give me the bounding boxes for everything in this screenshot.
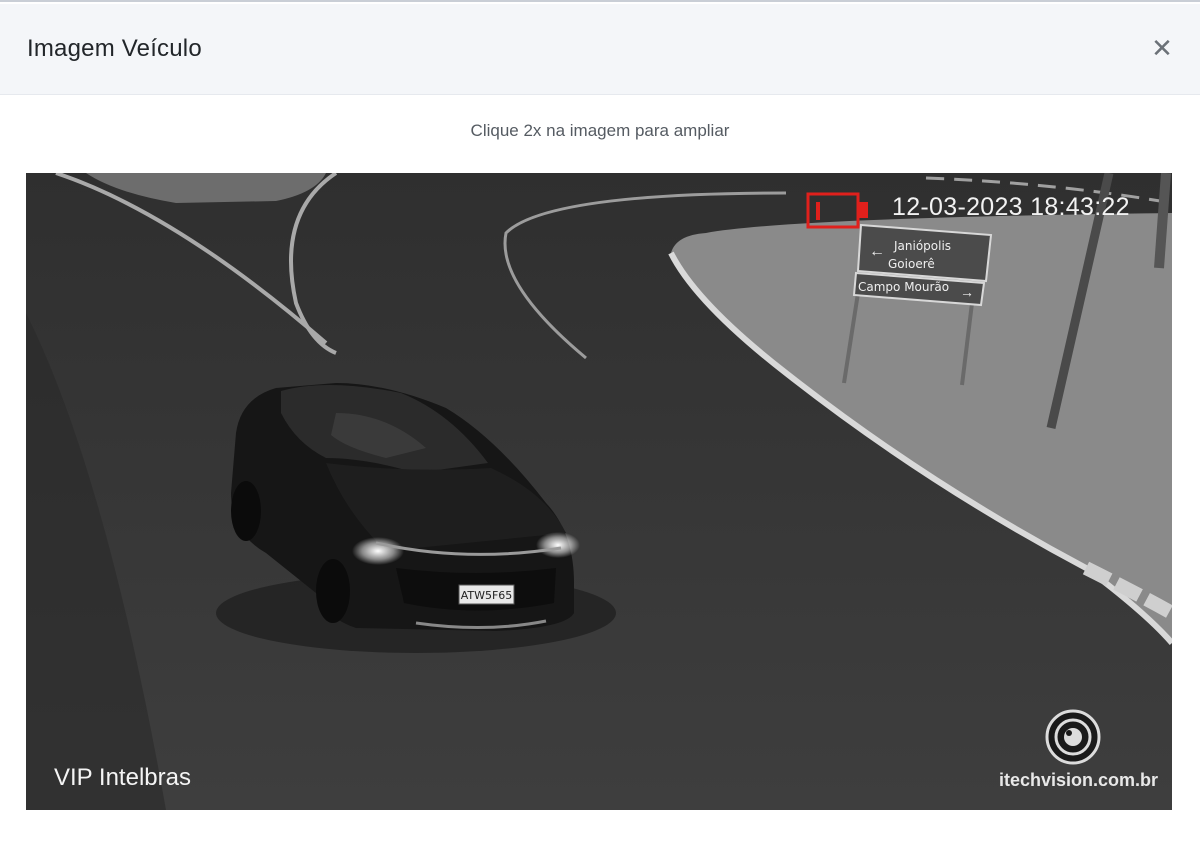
capture-timestamp: 12-03-2023 18:43:22	[892, 193, 1130, 221]
license-plate: ATW5F65	[461, 589, 513, 602]
sign-arrow-left-icon: ←	[869, 243, 885, 260]
itechvision-logo-icon	[1045, 709, 1101, 765]
sign-line1: Janiópolis	[893, 239, 951, 253]
close-icon[interactable]: ✕	[1148, 34, 1176, 62]
camera-scene: Janiópolis Goioerê Campo Mourão ← → ATW5…	[26, 173, 1172, 810]
zoom-hint: Clique 2x na imagem para ampliar	[470, 121, 730, 140]
sign-arrow-right-icon: →	[960, 284, 974, 300]
sign-line2: Goioerê	[888, 257, 935, 271]
camera-brand-label: VIP Intelbras	[54, 764, 191, 791]
modal-title: Imagem Veículo	[27, 35, 202, 62]
sign-line3: Campo Mourão	[858, 280, 949, 294]
vehicle-photo[interactable]: Janiópolis Goioerê Campo Mourão ← → ATW5…	[26, 173, 1172, 810]
modal-header: Imagem Veículo ✕	[0, 4, 1200, 95]
watermark-text: itechvision.com.br	[998, 770, 1158, 790]
vehicle-image-modal: Imagem Veículo ✕ Clique 2x na imagem par…	[0, 0, 1200, 851]
